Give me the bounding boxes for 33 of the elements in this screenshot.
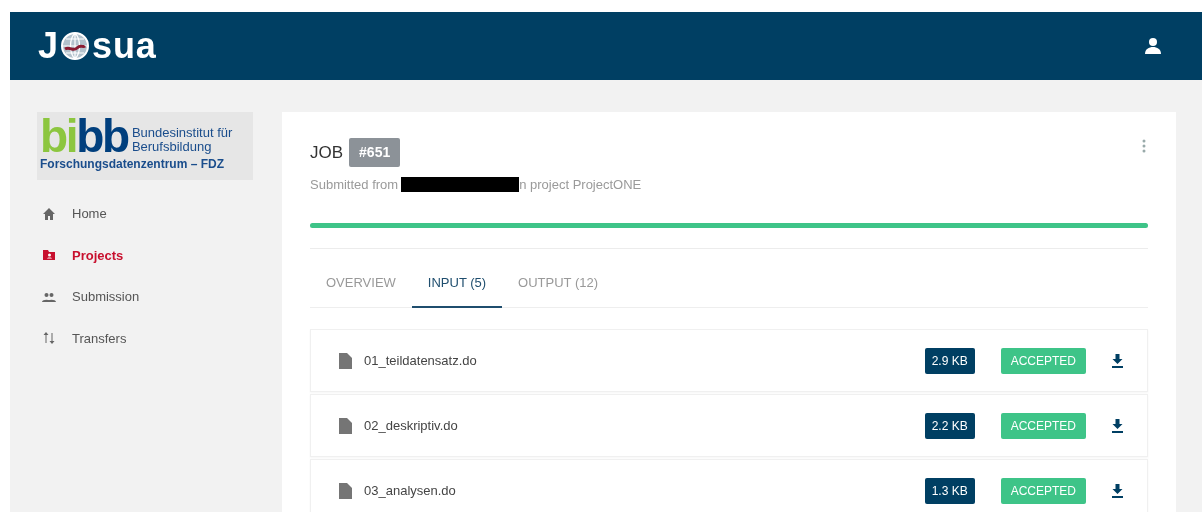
file-icon xyxy=(339,352,352,369)
tab[interactable]: INPUT (5) xyxy=(411,272,503,308)
app-logo[interactable]: J sua xyxy=(38,28,157,64)
job-number: #651 xyxy=(349,138,401,167)
nav-item[interactable]: Projects xyxy=(42,245,253,265)
nav-item[interactable]: Submission xyxy=(42,287,253,307)
nav-item[interactable]: Home xyxy=(42,204,253,224)
file-name: 02_deskriptiv.do xyxy=(364,416,459,435)
file-icon xyxy=(339,417,352,434)
file-icon xyxy=(339,482,352,499)
arrows-icon xyxy=(42,331,56,346)
file-size: 2.2 KB xyxy=(924,412,975,439)
file-row[interactable]: 03_analysen.do 1.3 KB ACCEPTED xyxy=(310,459,1148,512)
submitted-text: n project ProjectONE xyxy=(519,176,642,194)
file-size: 1.3 KB xyxy=(924,477,975,504)
file-row[interactable]: 02_deskriptiv.do 2.2 KB ACCEPTED xyxy=(310,394,1148,457)
file-row[interactable]: 01_teildatensatz.do 2.9 KB ACCEPTED xyxy=(310,329,1148,392)
home-icon xyxy=(42,206,56,221)
file-size: 2.9 KB xyxy=(924,347,975,374)
user-icon[interactable] xyxy=(1144,37,1162,55)
file-name: 03_analysen.do xyxy=(364,481,457,500)
folder-icon xyxy=(42,248,56,263)
status-badge: ACCEPTED xyxy=(1000,347,1086,374)
job-label: JOB xyxy=(310,141,344,164)
status-badge: ACCEPTED xyxy=(1000,477,1086,504)
submitted-text: Submitted from xyxy=(310,176,399,194)
download-icon[interactable] xyxy=(1112,483,1123,498)
globe-icon xyxy=(60,31,91,61)
nav-item[interactable]: Transfers xyxy=(42,328,253,348)
download-icon[interactable] xyxy=(1112,418,1123,433)
download-icon[interactable] xyxy=(1112,353,1123,368)
status-badge: ACCEPTED xyxy=(1000,412,1086,439)
file-name: 01_teildatensatz.do xyxy=(364,351,478,370)
